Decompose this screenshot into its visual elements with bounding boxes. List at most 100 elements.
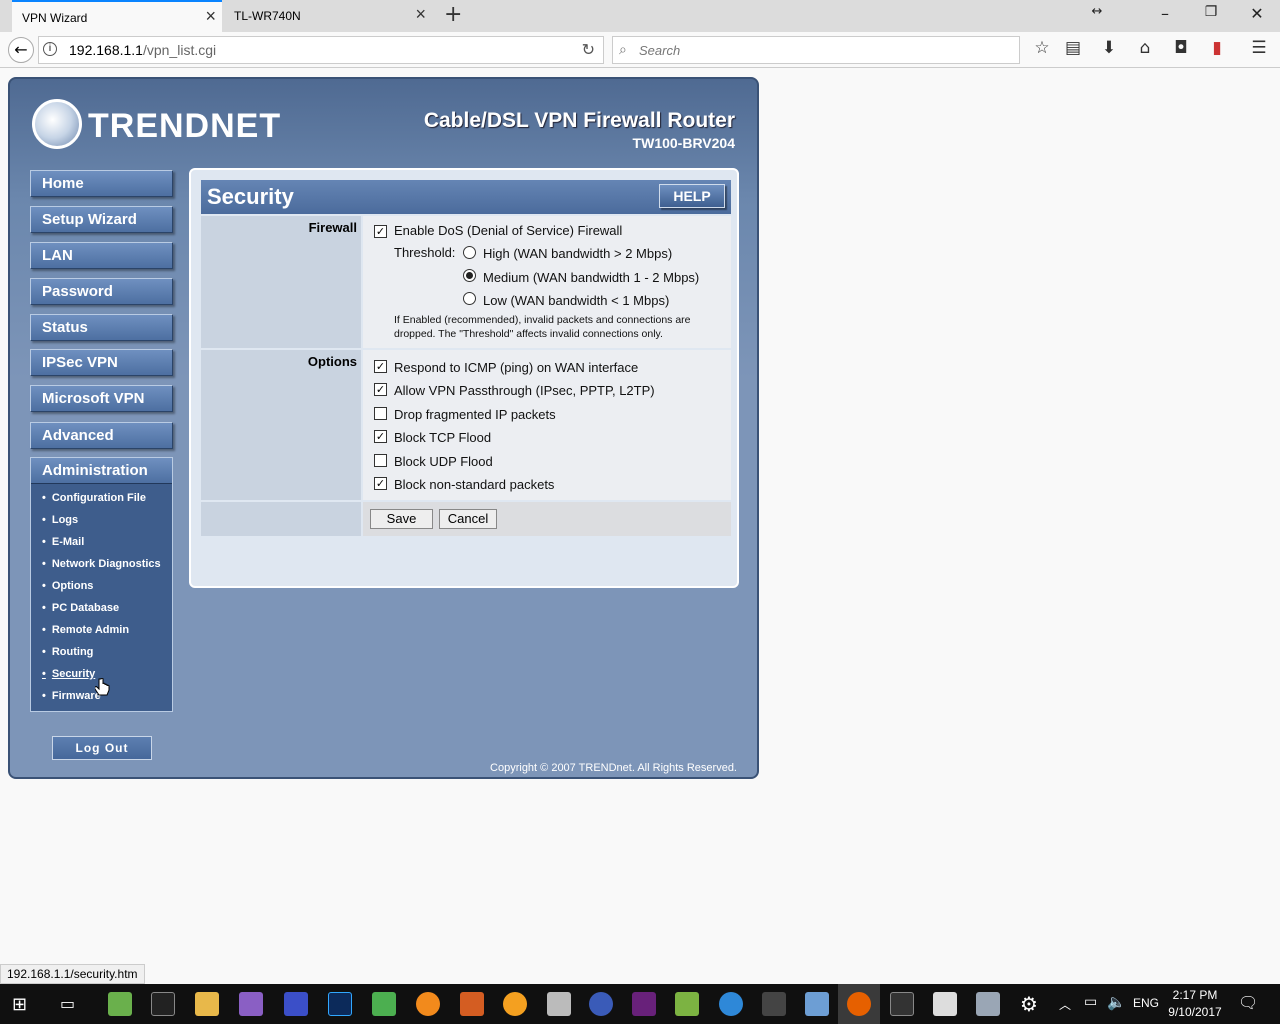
menu-icon[interactable]: ☰: [1247, 38, 1271, 58]
admin-item-pc-database[interactable]: PC Database: [42, 602, 119, 614]
nav-administration[interactable]: Administration: [31, 458, 172, 484]
terminal-icon[interactable]: [151, 992, 175, 1016]
close-tab-icon[interactable]: ×: [205, 7, 216, 25]
admin-item-security[interactable]: Security: [42, 668, 95, 680]
time: 2:17 PM: [1172, 988, 1218, 1002]
minimize-icon[interactable]: –: [1142, 4, 1188, 23]
network-icon[interactable]: ▭: [1084, 994, 1097, 1010]
gear-icon[interactable]: ⚙: [1020, 992, 1038, 1016]
nav-lan[interactable]: LAN: [30, 242, 173, 269]
brand-logo: TRENDNET: [88, 107, 282, 145]
nav-microsoft-vpn[interactable]: Microsoft VPN: [30, 385, 173, 412]
download-icon[interactable]: ⬇: [1097, 38, 1121, 58]
app-icon[interactable]: [890, 992, 914, 1016]
app-icon[interactable]: [460, 992, 484, 1016]
restore-icon[interactable]: ❐: [1188, 4, 1234, 20]
tab-vpn-wizard[interactable]: VPN Wizard ×: [12, 0, 222, 32]
admin-item-routing[interactable]: Routing: [42, 646, 94, 658]
threshold-high-radio[interactable]: [463, 246, 476, 259]
search-placeholder: Search: [639, 43, 681, 58]
nav-password[interactable]: Password: [30, 278, 173, 305]
date: 9/10/2017: [1168, 1005, 1222, 1019]
notification-icon[interactable]: 🗨: [1238, 993, 1258, 1012]
pocket-icon[interactable]: ◘: [1169, 38, 1193, 58]
close-tab-icon[interactable]: ×: [415, 5, 426, 23]
block-nonstandard-checkbox[interactable]: ✓: [374, 477, 387, 490]
icmp-checkbox[interactable]: ✓: [374, 360, 387, 373]
tab-tl-wr740n[interactable]: TL-WR740N ×: [224, 0, 432, 32]
nav-ipsec-vpn[interactable]: IPSec VPN: [30, 349, 173, 376]
admin-item-network-diagnostics[interactable]: Network Diagnostics: [42, 558, 161, 570]
admin-item-configuration-file[interactable]: Configuration File: [42, 492, 146, 504]
app-icon[interactable]: [239, 992, 263, 1016]
search-input[interactable]: ⌕ Search: [612, 36, 1020, 64]
blender-icon[interactable]: [416, 992, 440, 1016]
nav-setup-wizard[interactable]: Setup Wizard: [30, 206, 173, 233]
nav-bar: ← i 192.168.1.1/vpn_list.cgi ↻ ⌕ Search …: [0, 32, 1280, 68]
app-icon[interactable]: [547, 992, 571, 1016]
app-icon[interactable]: [589, 992, 613, 1016]
clock[interactable]: 2:17 PM 9/10/2017: [1162, 987, 1228, 1021]
nav-advanced[interactable]: Advanced: [30, 422, 173, 449]
admin-item-options[interactable]: Options: [42, 580, 94, 592]
windows-start-icon[interactable]: ⊞: [12, 994, 27, 1015]
search-icon: ⌕: [619, 41, 627, 57]
app-icon[interactable]: [976, 992, 1000, 1016]
admin-item-logs[interactable]: Logs: [42, 514, 78, 526]
block-tcp-flood-checkbox[interactable]: ✓: [374, 430, 387, 443]
volume-icon[interactable]: 🔈: [1107, 993, 1126, 1011]
firefox-icon: [847, 992, 871, 1016]
logout-button[interactable]: Log Out: [52, 736, 152, 760]
photoshop-icon[interactable]: [328, 992, 352, 1016]
reload-icon[interactable]: ↻: [582, 40, 595, 60]
folder-icon[interactable]: [195, 992, 219, 1016]
router-panel: TRENDNET Cable/DSL VPN Firewall Router T…: [8, 77, 759, 779]
firefox-task[interactable]: [838, 984, 880, 1024]
visual-studio-icon[interactable]: [632, 992, 656, 1016]
bookmark-star-icon[interactable]: ☆: [1030, 38, 1054, 58]
app-icon[interactable]: [372, 992, 396, 1016]
vpn-passthrough-checkbox[interactable]: ✓: [374, 383, 387, 396]
firewall-note-2: dropped. The "Threshold" affects invalid…: [394, 328, 663, 340]
app-icon[interactable]: [805, 992, 829, 1016]
page-title: Security: [207, 184, 294, 209]
nav-home[interactable]: Home: [30, 170, 173, 197]
buttons-cell: Save Cancel: [363, 502, 731, 536]
new-tab-icon[interactable]: +: [444, 2, 462, 27]
drop-fragmented-checkbox[interactable]: [374, 407, 387, 420]
option-label: Drop fragmented IP packets: [394, 407, 556, 422]
app-icon[interactable]: [503, 992, 527, 1016]
threshold-low-radio[interactable]: [463, 292, 476, 305]
security-panel: Security HELP Firewall ✓ Enable DoS (Den…: [189, 168, 739, 588]
reading-list-icon[interactable]: ▤: [1061, 38, 1085, 58]
close-window-icon[interactable]: ✕: [1234, 4, 1280, 23]
threshold-medium-label: Medium (WAN bandwidth 1 - 2 Mbps): [483, 270, 700, 285]
firewall-cell: ✓ Enable DoS (Denial of Service) Firewal…: [363, 216, 731, 348]
cancel-button[interactable]: Cancel: [439, 509, 497, 529]
chevron-up-icon[interactable]: ︿: [1059, 996, 1071, 1013]
app-icon[interactable]: [719, 992, 743, 1016]
admin-item-firmware[interactable]: Firmware: [42, 690, 101, 702]
home-icon[interactable]: ⌂: [1133, 38, 1157, 58]
info-icon[interactable]: i: [43, 42, 57, 56]
admin-item-remote-admin[interactable]: Remote Admin: [42, 624, 129, 636]
back-icon[interactable]: ←: [8, 37, 34, 63]
block-udp-flood-checkbox[interactable]: [374, 454, 387, 467]
task-view-icon[interactable]: ▭: [60, 994, 75, 1013]
app-icon[interactable]: [284, 992, 308, 1016]
url-bar[interactable]: i 192.168.1.1/vpn_list.cgi ↻: [38, 36, 604, 64]
extension-icon[interactable]: ▮: [1205, 38, 1229, 58]
nav-status[interactable]: Status: [30, 314, 173, 341]
help-button[interactable]: HELP: [659, 184, 725, 208]
app-icon[interactable]: [108, 992, 132, 1016]
language-indicator[interactable]: ENG: [1133, 996, 1159, 1010]
admin-item-email[interactable]: E-Mail: [42, 536, 84, 548]
app-icon[interactable]: [933, 992, 957, 1016]
tab-bar: VPN Wizard × TL-WR740N × + ↔ – ❐ ✕: [0, 0, 1280, 32]
save-button[interactable]: Save: [370, 509, 433, 529]
enable-dos-checkbox[interactable]: ✓: [374, 225, 387, 238]
app-icon[interactable]: [762, 992, 786, 1016]
product-model: TW100-BRV204: [632, 135, 735, 151]
threshold-medium-radio[interactable]: [463, 269, 476, 282]
app-icon[interactable]: [675, 992, 699, 1016]
